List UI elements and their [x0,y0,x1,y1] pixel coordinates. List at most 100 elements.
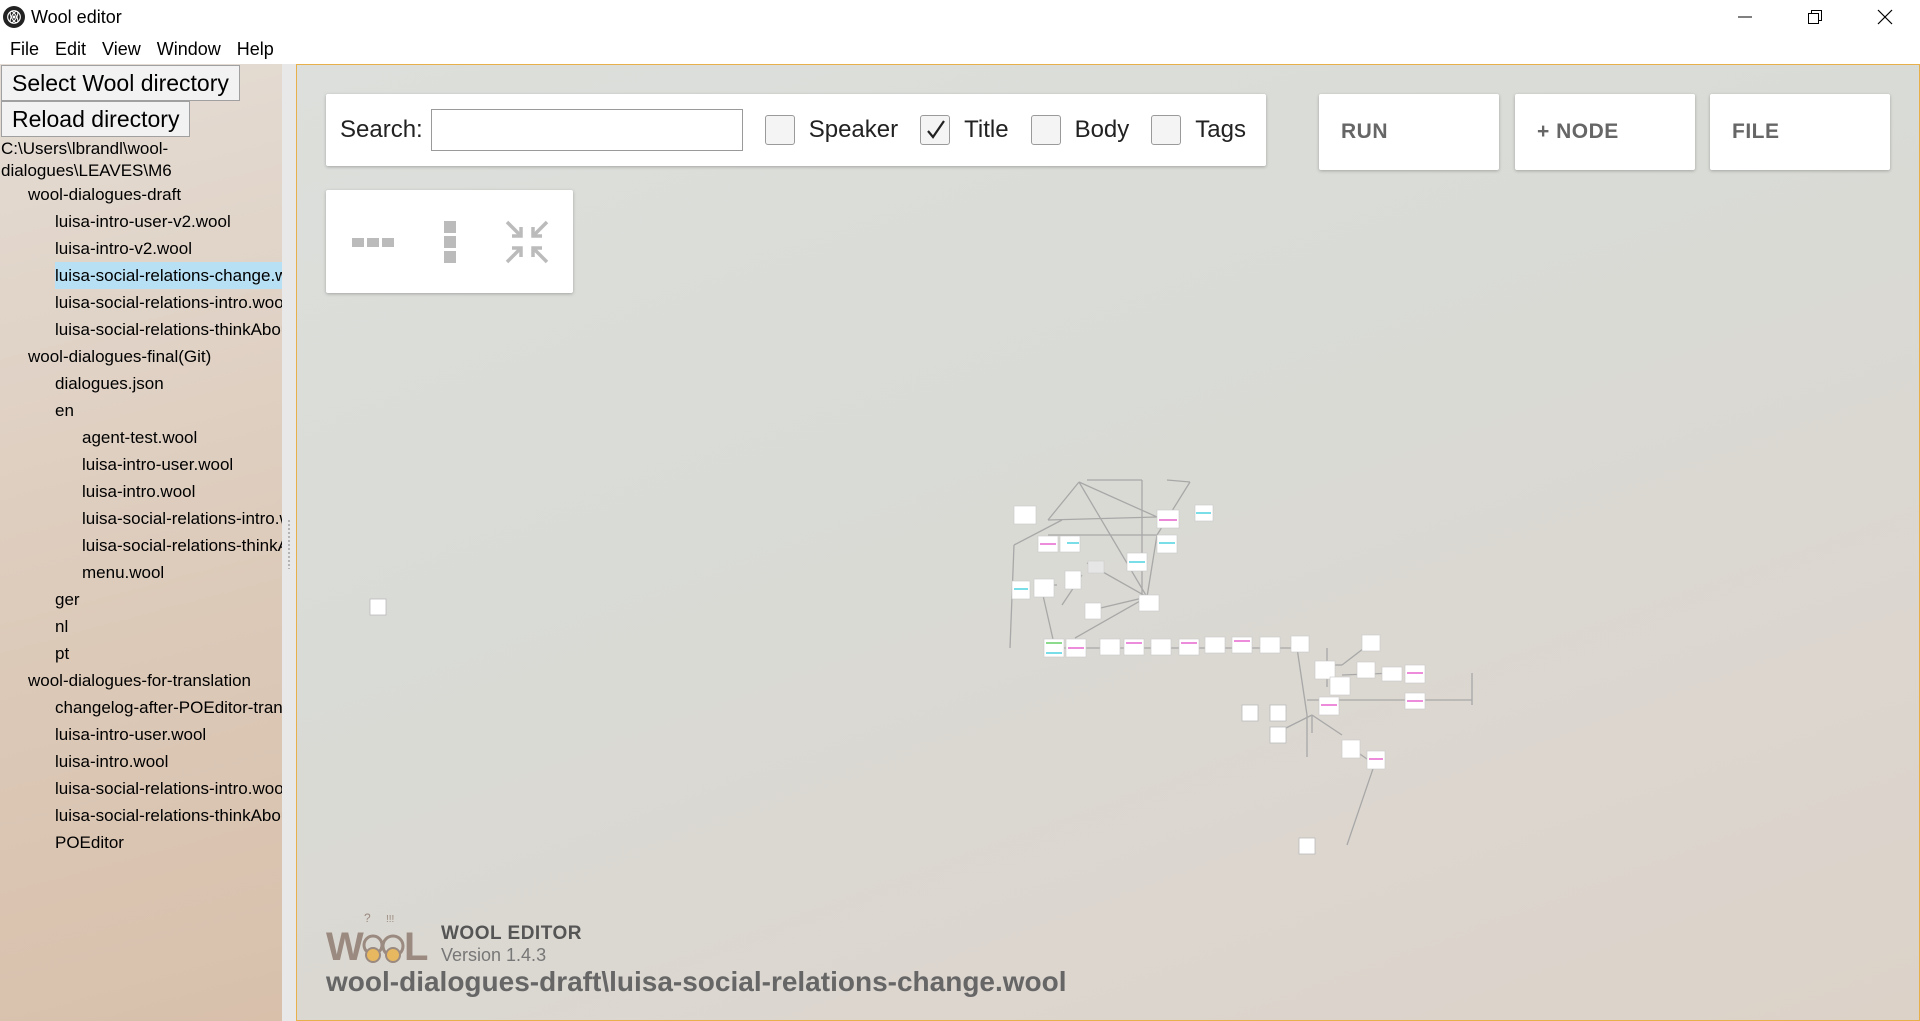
tree-item[interactable]: luisa-social-relations-intro.wool [0,505,282,532]
tree-item[interactable]: luisa-social-relations-change.wool [0,262,282,289]
tree-item-label: luisa-intro.wool [55,752,169,771]
tree-item[interactable]: luisa-social-relations-thinkAbout.wool [0,532,282,559]
file-sidebar: Select Wool directory Reload directory C… [0,64,282,1021]
menu-view[interactable]: View [94,39,149,60]
tree-item-label: menu.wool [82,563,165,582]
menu-window[interactable]: Window [149,39,229,60]
tree-item-label: nl [55,617,69,636]
tree-item[interactable]: luisa-intro-user-v2.wool [0,208,282,235]
tree-item[interactable]: luisa-social-relations-thinkAbout.wool [0,316,282,343]
tree-item-label: luisa-intro-user-v2.wool [55,212,231,231]
footer-version: Version 1.4.3 [441,945,547,965]
tree-item-label: en [55,401,74,420]
tree-item-label: agent-test.wool [82,428,198,447]
collapse-icon [505,220,548,263]
tree-item[interactable]: changelog-after-POEditor-translation [0,694,282,721]
arrange-horizontal-button[interactable] [345,214,401,270]
svg-text:L: L [404,925,428,968]
speaker-label: Speaker [808,116,899,143]
wool-logo: W L ? !!! [326,911,428,968]
tags-label: Tags [1195,116,1246,143]
tree-item-label: luisa-intro-user.wool [82,455,234,474]
tree-item-label: dialogues.json [55,374,164,393]
tree-folder[interactable]: wool-dialogues-draft [0,181,282,208]
minimize-icon [1738,16,1752,18]
body-checkbox[interactable] [1030,115,1061,145]
tree-item-label: luisa-intro-user.wool [55,725,207,744]
menu-bar: File Edit View Window Help [0,34,1920,64]
select-directory-button[interactable]: Select Wool directory [1,65,240,101]
title-label: Title [964,116,1009,143]
tree-item[interactable]: menu.wool [0,559,282,586]
tree-item-label: luisa-social-relations-thinkAbout.wool [82,536,282,555]
directory-path: C:\Users\lbrandl\wool-dialogues\LEAVES\M… [1,139,172,180]
tree-item[interactable]: nl [0,613,282,640]
tree-item-label: luisa-social-relations-thinkAbout.wool [55,320,282,339]
tree-item-label: wool-dialogues-final(Git) [28,347,212,366]
tree-item[interactable]: luisa-intro.wool [0,478,282,505]
window-title: Wool editor [31,6,122,27]
tree-item[interactable]: luisa-social-relations-intro.wool [0,289,282,316]
tree-item-label: luisa-intro.wool [82,482,196,501]
reload-directory-button[interactable]: Reload directory [1,101,191,137]
tree-folder[interactable]: wool-dialogues-final(Git) [0,343,282,370]
arrange-vertical-button[interactable] [422,214,478,270]
app-icon [3,6,25,28]
tree-item[interactable]: luisa-intro-v2.wool [0,235,282,262]
tree-item[interactable]: luisa-intro.wool [0,748,282,775]
tree-item-label: POEditor [55,833,124,852]
checkmark-icon [927,120,946,139]
title-bar: Wool editor [0,0,1920,34]
tree-item-label: luisa-social-relations-intro.wool [55,779,282,798]
splitter-grip-icon[interactable] [287,519,291,569]
arrange-vertical-icon [443,220,456,263]
footer-brand: WOOL EDITOR [441,923,582,944]
speaker-checkbox[interactable] [764,115,795,145]
tree-item[interactable]: POEditor [0,829,282,856]
restore-icon [1808,10,1822,24]
search-label: Search: [340,116,423,143]
tree-item[interactable]: ger [0,586,282,613]
minimize-button[interactable] [1710,0,1780,34]
menu-file[interactable]: File [2,39,47,60]
svg-text:!!!: !!! [386,914,394,925]
restore-button[interactable] [1780,0,1850,34]
close-button[interactable] [1850,0,1920,34]
tree-item[interactable]: luisa-social-relations-intro.wool [0,775,282,802]
graph-canvas[interactable]: Search: Speaker Title Body Tags RUN + NO… [296,64,1920,1021]
layout-toolbar [326,190,573,293]
tree-item-label: luisa-intro-v2.wool [55,239,192,258]
run-button[interactable]: RUN [1319,94,1499,170]
tree-item[interactable]: luisa-social-relations-thinkAbout.wool [0,802,282,829]
tree-item[interactable]: luisa-intro-user.wool [0,721,282,748]
tree-item[interactable]: pt [0,640,282,667]
tree-item[interactable]: agent-test.wool [0,424,282,451]
menu-edit[interactable]: Edit [47,39,94,60]
filter-tags[interactable]: Tags [1151,115,1246,145]
tree-item-label: pt [55,644,70,663]
file-button[interactable]: FILE [1710,94,1890,170]
filter-title[interactable]: Title [920,115,1009,145]
tree-item-label: luisa-social-relations-intro.wool [55,293,282,312]
tree-item[interactable]: en [0,397,282,424]
svg-text:?: ? [364,911,371,925]
body-label: Body [1074,116,1130,143]
menu-help[interactable]: Help [229,39,282,60]
collapse-button[interactable] [499,214,555,270]
filter-speaker[interactable]: Speaker [764,115,899,145]
tree-item-label: luisa-social-relations-intro.wool [82,509,282,528]
search-input[interactable] [430,109,743,151]
tree-item[interactable]: luisa-intro-user.wool [0,451,282,478]
close-icon [1877,9,1893,25]
tree-item-label: luisa-social-relations-thinkAbout.wool [55,806,282,825]
add-node-button[interactable]: + NODE [1515,94,1695,170]
tree-item-label: wool-dialogues-draft [28,185,182,204]
sidebar-splitter[interactable] [282,64,296,1021]
tree-folder[interactable]: wool-dialogues-for-translation [0,667,282,694]
tags-checkbox[interactable] [1151,115,1182,145]
tree-item-label: changelog-after-POEditor-translation [55,698,282,717]
filter-body[interactable]: Body [1030,115,1130,145]
tree-item[interactable]: dialogues.json [0,370,282,397]
title-checkbox[interactable] [920,115,951,145]
current-file-path: wool-dialogues-draft\luisa-social-relati… [326,966,1067,997]
